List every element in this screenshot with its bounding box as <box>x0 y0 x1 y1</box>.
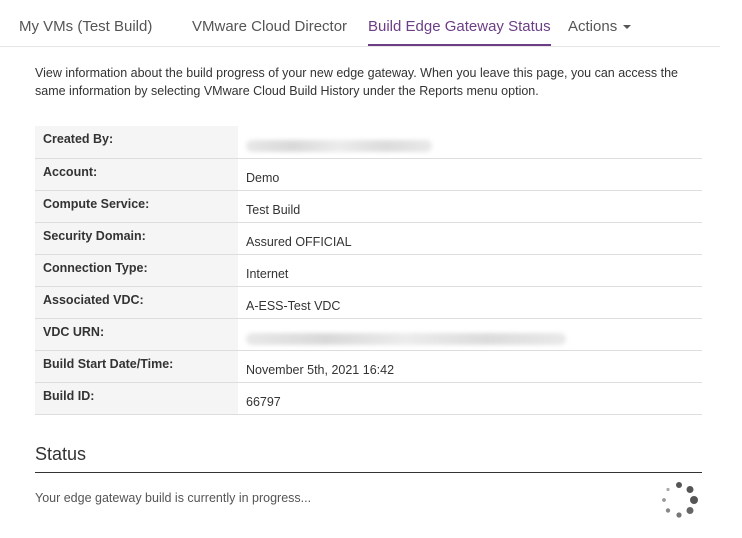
redacted-value <box>246 332 566 345</box>
created-by-label: Created By: <box>35 126 238 159</box>
tab-actions[interactable]: Actions <box>568 0 632 46</box>
table-row: Compute Service: Test Build <box>35 190 702 223</box>
tab-bar: My VMs (Test Build) VMware Cloud Directo… <box>0 0 720 47</box>
vdc-urn-label: VDC URN: <box>35 318 238 351</box>
security-domain-value: Assured OFFICIAL <box>238 222 702 255</box>
table-row: VDC URN: <box>35 318 702 351</box>
table-row: Build ID: 66797 <box>35 382 702 415</box>
tab-build-edge-gateway-status-label: Build Edge Gateway Status <box>368 18 551 35</box>
table-row: Account: Demo <box>35 158 702 191</box>
account-value: Demo <box>238 158 702 191</box>
vdc-urn-value <box>238 318 702 351</box>
associated-vdc-label: Associated VDC: <box>35 286 238 319</box>
connection-type-label: Connection Type: <box>35 254 238 287</box>
tab-vmware-cloud-director[interactable]: VMware Cloud Director <box>192 0 347 46</box>
build-start-label: Build Start Date/Time: <box>35 350 238 383</box>
compute-service-label: Compute Service: <box>35 190 238 223</box>
table-row: Associated VDC: A-ESS-Test VDC <box>35 286 702 319</box>
table-row: Created By: <box>35 126 702 159</box>
connection-type-value: Internet <box>238 254 702 287</box>
build-id-label: Build ID: <box>35 382 238 415</box>
build-id-value: 66797 <box>238 382 702 415</box>
created-by-value <box>238 126 702 159</box>
tab-vmware-cloud-director-label: VMware Cloud Director <box>192 18 348 35</box>
status-message: Your edge gateway build is currently in … <box>35 491 312 505</box>
tab-build-edge-gateway-status[interactable]: Build Edge Gateway Status <box>368 0 551 46</box>
loading-spinner-icon <box>662 482 698 518</box>
status-heading: Status <box>35 442 702 473</box>
associated-vdc-value: A-ESS-Test VDC <box>238 286 702 319</box>
table-row: Security Domain: Assured OFFICIAL <box>35 222 702 255</box>
account-label: Account: <box>35 158 238 191</box>
build-start-value: November 5th, 2021 16:42 <box>238 350 702 383</box>
table-row: Build Start Date/Time: November 5th, 202… <box>35 350 702 383</box>
table-row: Connection Type: Internet <box>35 254 702 287</box>
tab-my-vms-label: My VMs (Test Build) <box>19 18 153 35</box>
security-domain-label: Security Domain: <box>35 222 238 255</box>
intro-text: View information about the build progres… <box>35 66 678 98</box>
compute-service-value: Test Build <box>238 190 702 223</box>
page: My VMs (Test Build) VMware Cloud Directo… <box>0 0 742 538</box>
chevron-down-icon <box>623 25 632 30</box>
tab-my-vms[interactable]: My VMs (Test Build) <box>19 0 152 46</box>
tab-actions-label: Actions <box>568 18 618 35</box>
redacted-value <box>246 140 432 153</box>
build-details-table: Created By: Account: Demo Compute Servic… <box>35 126 702 415</box>
